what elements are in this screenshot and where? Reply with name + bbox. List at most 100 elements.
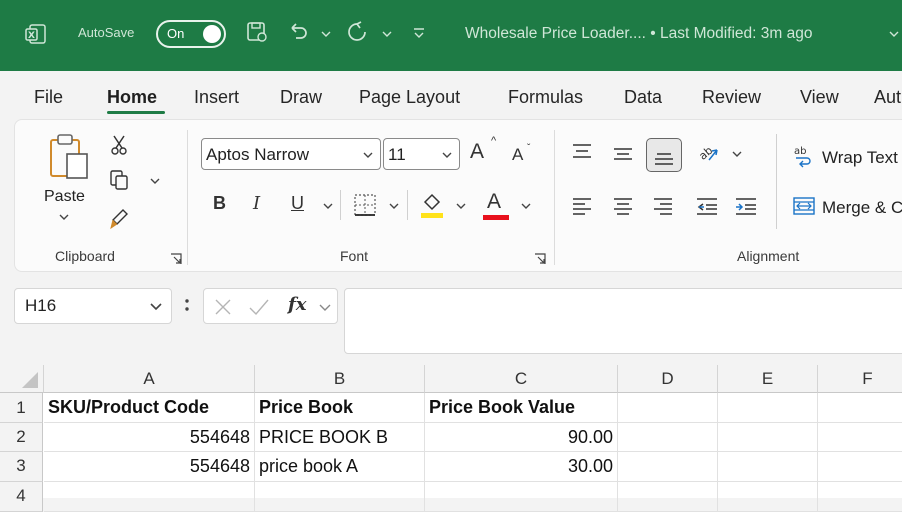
paste-icon[interactable]	[47, 132, 93, 182]
cell-d3[interactable]	[618, 452, 718, 482]
cell-e4[interactable]	[718, 482, 818, 512]
column-header-f[interactable]: F	[818, 365, 902, 393]
customize-toolbar-icon[interactable]	[412, 26, 426, 40]
tab-page-layout[interactable]: Page Layout	[359, 87, 460, 108]
bold-button[interactable]: B	[213, 193, 226, 214]
align-left-icon[interactable]	[571, 196, 593, 216]
autosave-toggle[interactable]: On	[156, 20, 226, 48]
select-all-corner[interactable]	[0, 365, 44, 393]
cell-e2[interactable]	[718, 423, 818, 452]
cell-f3[interactable]	[818, 452, 902, 482]
cell-f1[interactable]	[818, 393, 902, 423]
borders-dropdown-icon[interactable]	[388, 202, 400, 212]
cell-e1[interactable]	[718, 393, 818, 423]
cell-a3[interactable]: 554648	[44, 452, 255, 482]
more-options-icon[interactable]	[183, 297, 191, 315]
cell-b4[interactable]	[255, 482, 425, 512]
name-box[interactable]: H16	[14, 288, 172, 324]
tab-view[interactable]: View	[800, 87, 839, 108]
cancel-entry-icon[interactable]	[213, 297, 233, 317]
confirm-entry-icon[interactable]	[248, 297, 270, 317]
align-center-icon[interactable]	[612, 196, 634, 216]
decrease-font-size-icon[interactable]: A	[512, 145, 523, 165]
column-header-c[interactable]: C	[425, 365, 618, 393]
format-painter-icon[interactable]	[109, 206, 129, 230]
wrap-text-icon[interactable]: ab	[793, 144, 815, 168]
row-header-2[interactable]: 2	[0, 423, 43, 452]
column-header-b[interactable]: B	[255, 365, 425, 393]
redo-icon[interactable]	[345, 20, 369, 44]
copy-dropdown-icon[interactable]	[149, 177, 161, 187]
tab-home[interactable]: Home	[107, 87, 157, 108]
cell-f4[interactable]	[818, 482, 902, 512]
document-title[interactable]: Wholesale Price Loader.... • Last Modifi…	[465, 25, 812, 43]
paste-dropdown-icon[interactable]	[58, 213, 70, 223]
column-header-a[interactable]: A	[44, 365, 255, 393]
decrease-indent-icon[interactable]	[695, 196, 719, 216]
cell-d2[interactable]	[618, 423, 718, 452]
redo-dropdown-icon[interactable]	[381, 30, 393, 40]
increase-font-size-icon[interactable]: A	[470, 140, 484, 164]
tab-insert[interactable]: Insert	[194, 87, 239, 108]
cell-a4[interactable]	[44, 482, 255, 512]
cell-b3[interactable]: price book A	[255, 452, 425, 482]
cell-a1[interactable]: SKU/Product Code	[44, 393, 255, 423]
tab-review[interactable]: Review	[702, 87, 761, 108]
bottom-align-button[interactable]	[646, 138, 682, 172]
font-name-dropdown[interactable]: Aptos Narrow	[201, 138, 381, 170]
row-header-4[interactable]: 4	[0, 482, 43, 512]
tab-draw[interactable]: Draw	[280, 87, 322, 108]
save-icon[interactable]	[245, 20, 269, 44]
fill-color-icon[interactable]	[419, 190, 445, 220]
row-header-1[interactable]: 1	[0, 393, 43, 423]
cell-d1[interactable]	[618, 393, 718, 423]
font-size-dropdown[interactable]: 11	[383, 138, 460, 170]
merge-center-icon[interactable]	[793, 196, 815, 216]
row-header-3[interactable]: 3	[0, 452, 43, 482]
cell-f2[interactable]	[818, 423, 902, 452]
column-header-d[interactable]: D	[618, 365, 718, 393]
cell-e3[interactable]	[718, 452, 818, 482]
wrap-text-label[interactable]: Wrap Text	[822, 148, 898, 168]
increase-indent-icon[interactable]	[734, 196, 758, 216]
column-header-e[interactable]: E	[718, 365, 818, 393]
middle-align-icon[interactable]	[612, 144, 634, 164]
cell-a2[interactable]: 554648	[44, 423, 255, 452]
undo-dropdown-icon[interactable]	[320, 30, 332, 40]
italic-button[interactable]: I	[253, 193, 260, 214]
tab-formulas[interactable]: Formulas	[508, 87, 583, 108]
tab-file[interactable]: File	[34, 87, 63, 108]
fill-color-dropdown-icon[interactable]	[455, 202, 467, 212]
excel-icon[interactable]: X	[25, 23, 47, 45]
paste-label[interactable]: Paste	[44, 188, 85, 206]
borders-icon[interactable]	[352, 192, 378, 218]
svg-text:ab: ab	[794, 146, 806, 157]
cut-icon[interactable]	[109, 134, 129, 156]
orientation-dropdown-icon[interactable]	[731, 150, 743, 160]
copy-icon[interactable]	[109, 169, 129, 191]
cell-b1[interactable]: Price Book	[255, 393, 425, 423]
cell-d4[interactable]	[618, 482, 718, 512]
top-align-icon[interactable]	[571, 142, 593, 162]
cell-c1[interactable]: Price Book Value	[425, 393, 618, 423]
title-dropdown-icon[interactable]	[888, 30, 900, 40]
orientation-icon[interactable]: ab	[695, 140, 721, 166]
font-color-button[interactable]: A	[487, 190, 501, 214]
chevron-down-icon[interactable]	[318, 303, 332, 313]
formula-input[interactable]	[344, 288, 902, 354]
merge-center-label[interactable]: Merge & C	[822, 198, 902, 218]
underline-button[interactable]: U	[291, 193, 304, 214]
align-right-icon[interactable]	[652, 196, 674, 216]
font-color-dropdown-icon[interactable]	[520, 202, 532, 212]
clipboard-launcher-icon[interactable]	[170, 253, 182, 265]
cell-c4[interactable]	[425, 482, 618, 512]
font-launcher-icon[interactable]	[534, 253, 546, 265]
cell-b2[interactable]: PRICE BOOK B	[255, 423, 425, 452]
underline-dropdown-icon[interactable]	[322, 202, 334, 212]
cell-c2[interactable]: 90.00	[425, 423, 618, 452]
undo-icon[interactable]	[286, 20, 310, 44]
cell-c3[interactable]: 30.00	[425, 452, 618, 482]
insert-function-icon[interactable]: fx	[288, 294, 306, 315]
tab-data[interactable]: Data	[624, 87, 662, 108]
tab-automate[interactable]: Aut	[874, 87, 901, 108]
